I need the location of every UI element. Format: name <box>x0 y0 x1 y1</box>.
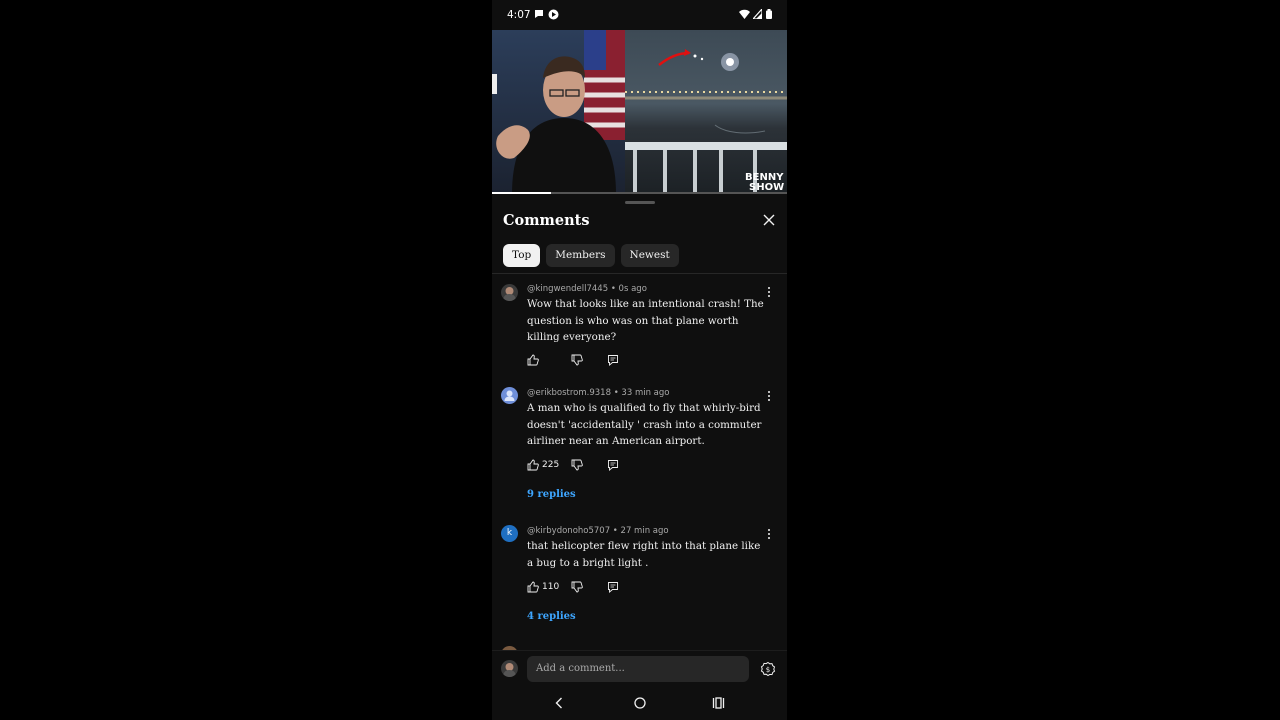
super-thanks-icon[interactable]: $ <box>760 661 776 677</box>
phone-screen: 4:07 BENNY SHOW Comments Top Members New… <box>492 0 787 720</box>
comment-meta: @kirbydonoho5707 • 27 min ago <box>527 526 669 536</box>
user-avatar[interactable] <box>501 660 518 677</box>
chip-newest[interactable]: Newest <box>620 244 679 267</box>
divider <box>492 273 787 274</box>
youtube-notification-icon <box>548 9 559 20</box>
chip-members[interactable]: Members <box>546 244 615 267</box>
reply-icon[interactable] <box>607 581 619 593</box>
thumbs-up-icon[interactable] <box>527 581 539 593</box>
avatar[interactable] <box>501 284 518 301</box>
thumbs-up-icon[interactable] <box>527 459 539 471</box>
video-progress-fill <box>492 192 551 194</box>
chip-top[interactable]: Top <box>503 244 541 267</box>
thumbs-up-icon[interactable] <box>527 354 539 366</box>
status-time: 4:07 <box>507 9 531 21</box>
avatar[interactable]: k <box>501 525 518 542</box>
video-player[interactable]: BENNY SHOW <box>492 30 787 194</box>
comment-meta: @kingwendell7445 • 0s ago <box>527 284 647 294</box>
like-count: 225 <box>542 460 560 470</box>
comment-text: A man who is qualified to fly that whirl… <box>527 402 762 447</box>
comment-time: 33 min ago <box>621 388 670 398</box>
more-options-icon[interactable] <box>766 286 772 298</box>
chat-notification-icon <box>534 9 544 19</box>
cell-signal-icon <box>753 9 762 19</box>
comment-sort-chips: Top Members Newest <box>503 244 679 267</box>
comment-text: Wow that looks like an intentional crash… <box>527 298 764 343</box>
view-replies-link[interactable]: 4 replies <box>527 611 576 622</box>
comment-actions: 110 <box>527 580 619 594</box>
host-video-pane <box>492 30 625 194</box>
comment-time: 0s ago <box>618 284 647 294</box>
thumbs-down-icon[interactable] <box>571 459 583 471</box>
comments-title: Comments <box>503 212 590 229</box>
comment-actions <box>527 353 619 367</box>
comment-author[interactable]: @kingwendell7445 <box>527 284 608 294</box>
avatar[interactable] <box>501 387 518 404</box>
more-options-icon[interactable] <box>766 390 772 402</box>
drag-handle[interactable] <box>625 201 655 204</box>
video-progress-bar[interactable] <box>492 192 787 194</box>
svg-text:$: $ <box>766 666 770 674</box>
like-count: 110 <box>542 582 560 592</box>
news-footage-pane: BENNY SHOW <box>625 30 787 194</box>
add-comment-input[interactable]: Add a comment... <box>527 656 749 682</box>
wifi-icon <box>739 9 750 19</box>
comment-author[interactable]: @kirbydonoho5707 <box>527 526 610 536</box>
home-icon[interactable] <box>634 697 646 709</box>
battery-icon <box>766 9 772 19</box>
thumbs-down-icon[interactable] <box>571 581 583 593</box>
comment-meta: @erikbostrom.9318 • 33 min ago <box>527 388 670 398</box>
status-bar: 4:07 <box>492 0 787 30</box>
comment-time: 27 min ago <box>620 526 669 536</box>
reply-icon[interactable] <box>607 354 619 366</box>
system-navigation-bar <box>492 688 787 720</box>
more-options-icon[interactable] <box>766 528 772 540</box>
comment-author[interactable]: @erikbostrom.9318 <box>527 388 611 398</box>
reply-icon[interactable] <box>607 459 619 471</box>
thumbs-down-icon[interactable] <box>571 354 583 366</box>
comment-actions: 225 <box>527 458 619 472</box>
add-comment-bar: Add a comment... $ <box>492 650 787 688</box>
close-icon[interactable] <box>762 213 776 227</box>
back-icon[interactable] <box>555 697 563 709</box>
recents-icon[interactable] <box>712 697 725 709</box>
comment-text: that helicopter flew right into that pla… <box>527 540 761 569</box>
view-replies-link[interactable]: 9 replies <box>527 489 576 500</box>
